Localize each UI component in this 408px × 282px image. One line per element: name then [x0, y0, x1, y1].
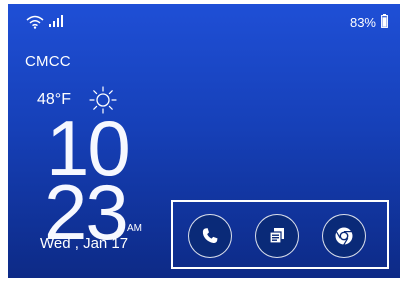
signal-icon: [49, 15, 63, 27]
clock-ampm: AM: [127, 223, 142, 234]
status-bar: 83%: [8, 4, 400, 38]
chrome-icon: [335, 227, 353, 246]
lock-screen: 83% CMCC 48°F 10 23 AM Wed , Jan 17: [8, 4, 400, 278]
wifi-icon: [26, 15, 44, 29]
battery-percentage: 83%: [349, 15, 376, 30]
phone-shortcut-button[interactable]: [188, 214, 232, 258]
carrier-name: CMCC: [25, 53, 71, 70]
phone-icon: [202, 228, 218, 244]
messages-shortcut-button[interactable]: [255, 214, 299, 258]
messages-icon: [269, 228, 284, 244]
date-label: Wed , Jan 17: [40, 235, 129, 252]
battery-icon: [381, 14, 388, 28]
chrome-shortcut-button[interactable]: [322, 214, 366, 258]
app-shortcut-tray: [171, 200, 389, 269]
